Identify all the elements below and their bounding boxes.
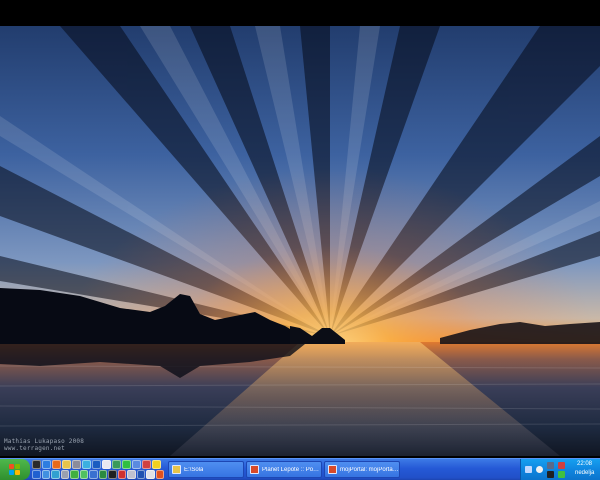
task-label: mojPortal: mojPortal.c... <box>340 466 399 473</box>
start-button[interactable] <box>0 459 30 480</box>
media-icon[interactable] <box>92 460 101 469</box>
monitor-icon[interactable] <box>547 462 554 469</box>
gear-icon[interactable] <box>72 460 81 469</box>
clock-day[interactable]: nedelja <box>575 470 594 476</box>
image-icon[interactable] <box>112 460 121 469</box>
word-icon[interactable] <box>136 470 145 479</box>
table-icon[interactable] <box>127 470 136 479</box>
terminal-icon[interactable] <box>108 470 117 479</box>
window-icon[interactable] <box>89 470 98 479</box>
system-tray: 22:08 nedelja <box>520 459 600 480</box>
windows-flag-icon <box>9 463 21 476</box>
warning-icon[interactable] <box>117 470 126 479</box>
task-label: Planet Lepote :: Pogle... <box>262 466 321 473</box>
browser-icon <box>250 465 259 474</box>
speaker-icon[interactable] <box>536 466 543 473</box>
taskbar-button-mojportal[interactable]: mojPortal: mojPortal.c... <box>324 461 400 478</box>
wallpaper-watermark: Mathias Lukapaso 2008 www.terragen.net <box>4 438 84 452</box>
check-icon[interactable] <box>70 470 79 479</box>
close-icon[interactable] <box>547 471 554 478</box>
globe-icon[interactable] <box>51 470 60 479</box>
mail-icon[interactable] <box>41 470 50 479</box>
green-icon[interactable] <box>122 460 131 469</box>
network-icon[interactable] <box>525 466 532 473</box>
quick-launch-row <box>32 470 164 479</box>
folder-icon[interactable] <box>62 460 71 469</box>
task-label: E:\Sola <box>184 466 204 473</box>
firefox-icon[interactable] <box>52 460 61 469</box>
folder-icon <box>172 465 181 474</box>
security-icon[interactable] <box>558 462 565 469</box>
browser-icon <box>328 465 337 474</box>
taskbar: E:\Sola Planet Lepote :: Pogle... mojPor… <box>0 458 600 480</box>
calculator-icon[interactable] <box>60 470 69 479</box>
messenger-icon[interactable] <box>79 470 88 479</box>
taskbar-button-explorer[interactable]: E:\Sola <box>168 461 244 478</box>
chat-icon[interactable] <box>82 460 91 469</box>
penguin-icon[interactable] <box>32 460 41 469</box>
desktop-wallpaper <box>0 26 600 456</box>
watermark-line: www.terragen.net <box>4 445 65 452</box>
watermark-line: Mathias Lukapaso 2008 <box>4 438 85 445</box>
palette-icon[interactable] <box>142 460 151 469</box>
quick-launch-row <box>32 460 164 469</box>
top-letterbox <box>0 0 600 26</box>
globe-icon[interactable] <box>42 460 51 469</box>
spreadsheet-icon[interactable] <box>98 470 107 479</box>
download-icon[interactable] <box>558 471 565 478</box>
flag-icon[interactable] <box>155 470 164 479</box>
doc-icon[interactable] <box>146 470 155 479</box>
blue-icon[interactable] <box>32 470 41 479</box>
quick-launch-toolbar <box>32 460 164 480</box>
clock-time[interactable]: 22:08 <box>577 461 592 467</box>
taskbar-button-planet-lepote[interactable]: Planet Lepote :: Pogle... <box>246 461 322 478</box>
network-icon[interactable] <box>132 460 141 469</box>
yellow-icon[interactable] <box>152 460 161 469</box>
notepad-icon[interactable] <box>102 460 111 469</box>
